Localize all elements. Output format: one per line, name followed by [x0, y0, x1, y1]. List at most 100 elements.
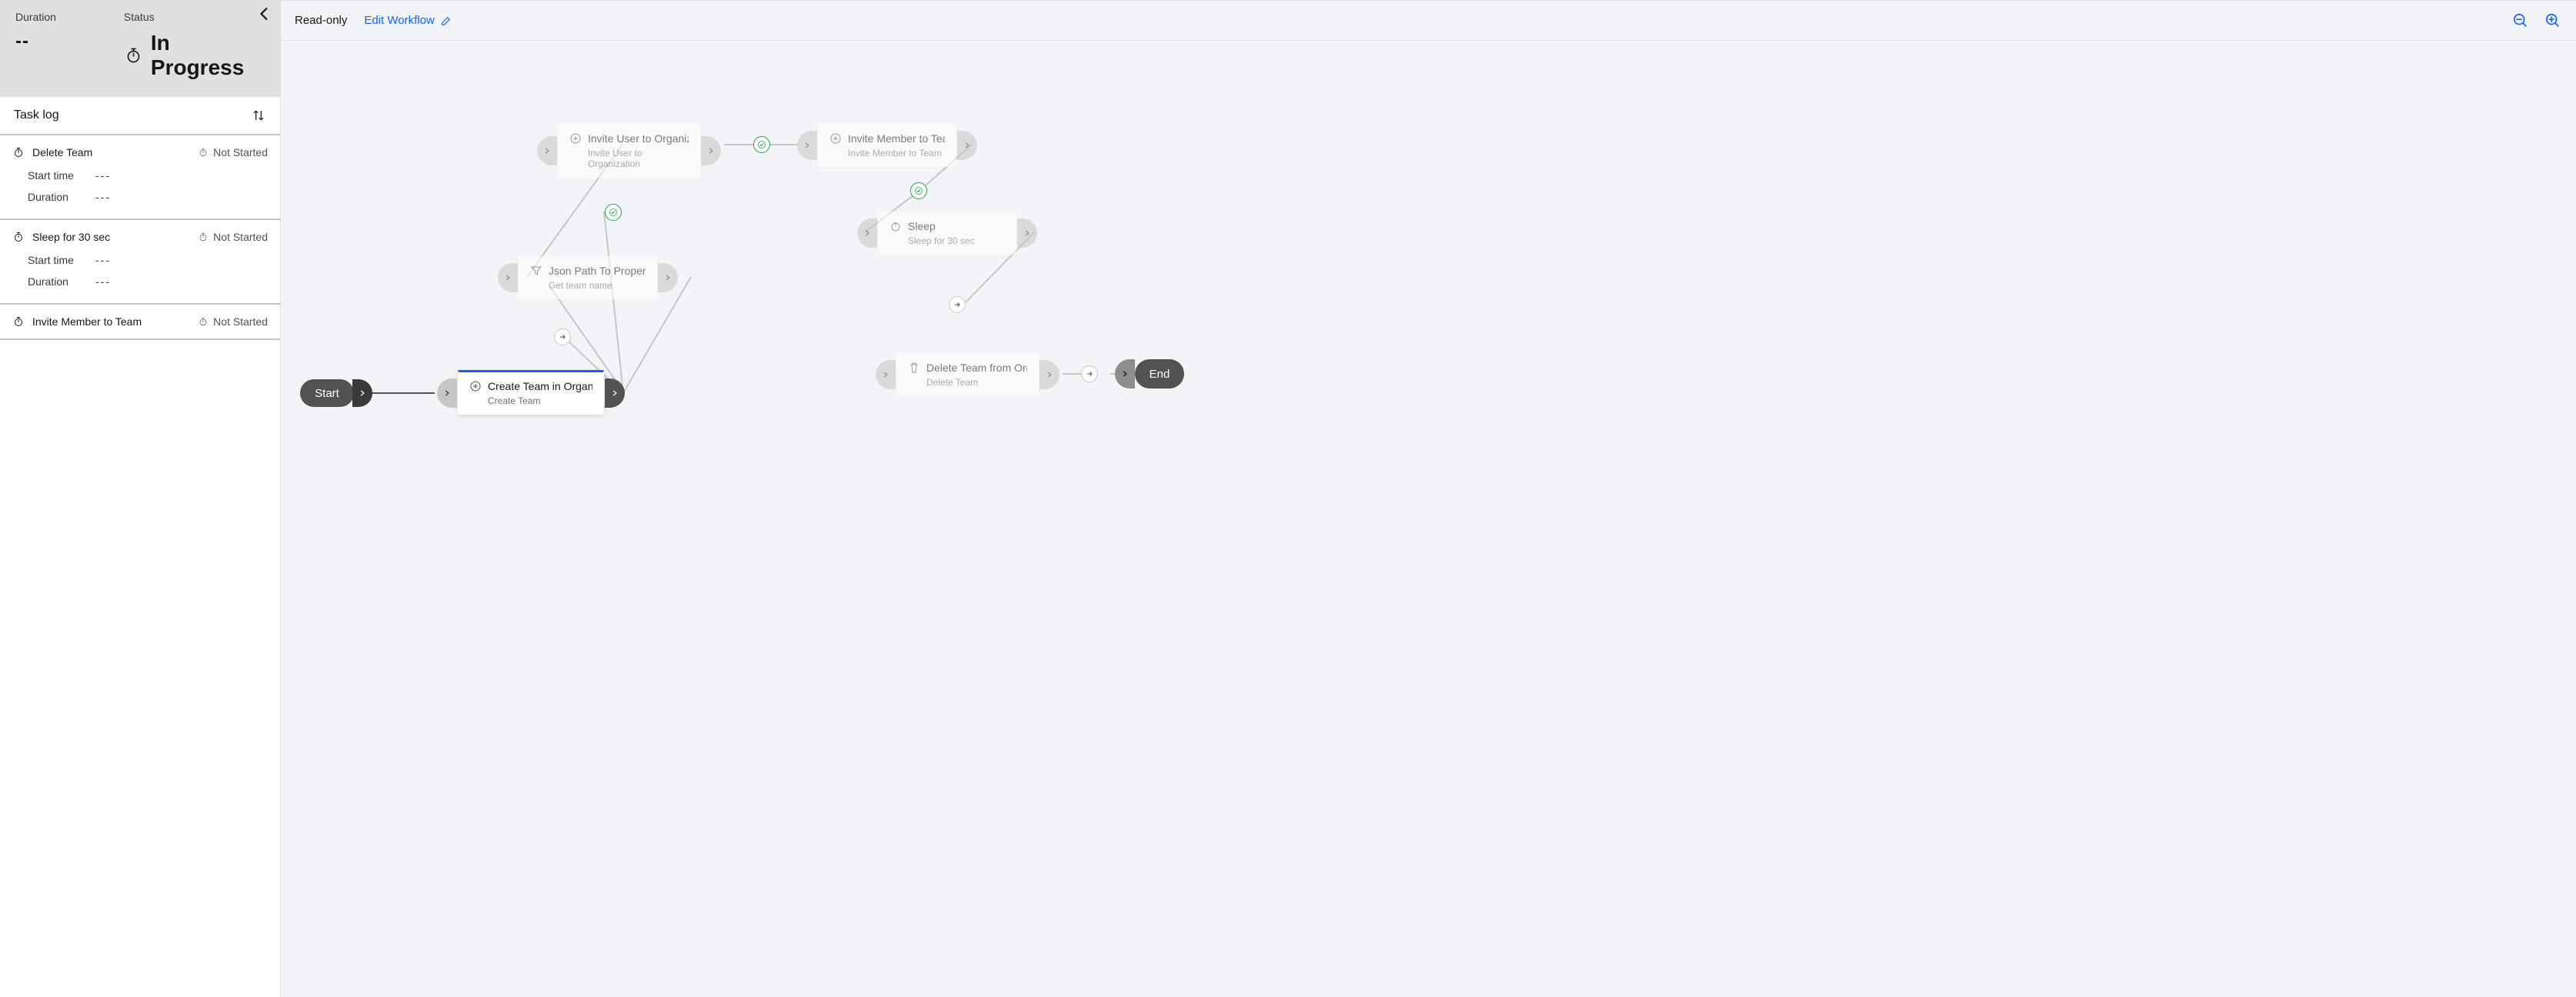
- plus-circle-icon: [469, 380, 482, 392]
- output-port[interactable]: [658, 263, 678, 292]
- readonly-label: Read-only: [295, 14, 347, 27]
- chevron-right-icon: [1023, 229, 1031, 237]
- task-item[interactable]: Sleep for 30 sec Not Started Start time-…: [0, 220, 280, 305]
- trash-icon: [908, 362, 920, 374]
- duration-label: Duration: [28, 191, 82, 203]
- chevron-right-icon: [611, 389, 619, 397]
- node-title: Delete Team from Organ…: [926, 362, 1027, 374]
- start-time-label: Start time: [28, 169, 82, 182]
- check-circle-icon: [914, 186, 923, 195]
- chevron-right-icon: [963, 142, 971, 149]
- node-subtitle: Invite User to Organization: [569, 148, 689, 169]
- stopwatch-icon: [124, 45, 143, 65]
- node-subtitle: Create Team: [469, 395, 592, 406]
- node-create-team[interactable]: Create Team in Organiza… Create Team: [458, 370, 604, 415]
- stopwatch-icon: [198, 316, 209, 327]
- task-item[interactable]: Invite Member to Team Not Started: [0, 305, 280, 340]
- duration-value: --: [15, 31, 56, 52]
- output-port[interactable]: [1039, 360, 1059, 389]
- chevron-right-icon: [882, 371, 889, 378]
- node-title: Sleep: [908, 220, 936, 232]
- success-connector: [910, 182, 927, 199]
- chevron-right-icon: [1046, 371, 1053, 378]
- check-circle-icon: [609, 208, 618, 217]
- node-invite-member[interactable]: Invite Member to Team Invite Member to T…: [818, 124, 956, 167]
- node-title: Invite User to Organizati…: [588, 132, 689, 145]
- tasklog-label: Task log: [14, 108, 59, 122]
- stopwatch-icon: [198, 147, 209, 158]
- node-subtitle: Sleep for 30 sec: [889, 235, 1005, 246]
- input-port[interactable]: [437, 378, 457, 408]
- stopwatch-icon: [12, 146, 25, 158]
- toolbar: Read-only Edit Workflow: [281, 1, 2576, 41]
- start-time-label: Start time: [28, 254, 82, 266]
- zoom-out-button[interactable]: [2511, 12, 2530, 30]
- power-icon: [889, 220, 902, 232]
- node-sleep[interactable]: Sleep Sleep for 30 sec: [878, 212, 1016, 255]
- edit-workflow-link[interactable]: Edit Workflow: [364, 14, 451, 27]
- start-node[interactable]: Start: [300, 379, 354, 407]
- sidebar-header: Duration -- Status In Progress: [0, 0, 280, 97]
- task-status: Not Started: [198, 231, 268, 243]
- chevron-right-icon: [543, 147, 551, 155]
- stopwatch-icon: [12, 231, 25, 243]
- node-json-path[interactable]: Json Path To Property Get team name: [519, 256, 657, 299]
- node-subtitle: Get team name: [530, 280, 646, 291]
- zoom-in-button[interactable]: [2544, 12, 2562, 30]
- start-output-port[interactable]: [352, 379, 372, 407]
- task-title: Delete Team: [32, 146, 92, 158]
- input-port[interactable]: [498, 263, 518, 292]
- chevron-right-icon: [664, 274, 672, 282]
- node-subtitle: Invite Member to Team: [829, 148, 945, 158]
- success-connector: [605, 204, 622, 221]
- node-invite-user[interactable]: Invite User to Organizati… Invite User t…: [558, 124, 700, 178]
- sidebar: Duration -- Status In Progress Task log …: [0, 0, 281, 997]
- input-port[interactable]: [797, 131, 817, 160]
- start-time-value: ---: [95, 254, 111, 266]
- task-status: Not Started: [198, 315, 268, 328]
- output-port[interactable]: [1017, 218, 1037, 248]
- end-node[interactable]: End: [1135, 359, 1184, 388]
- arrow-right-icon: [953, 301, 961, 308]
- sort-button[interactable]: [251, 108, 266, 123]
- output-port[interactable]: [957, 131, 977, 160]
- connector-dot: [1081, 365, 1098, 382]
- zoom-out-icon: [2512, 12, 2529, 29]
- collapse-sidebar-button[interactable]: [255, 5, 274, 23]
- main-area: Read-only Edit Workflow: [281, 0, 2576, 997]
- duration-value: ---: [95, 275, 111, 288]
- input-port[interactable]: [537, 136, 557, 165]
- stopwatch-icon: [198, 232, 209, 242]
- chevron-right-icon: [1121, 370, 1129, 378]
- output-port[interactable]: [605, 378, 625, 408]
- workflow-canvas[interactable]: Start Create Team in Organiza… Create Te…: [281, 41, 2576, 997]
- output-port[interactable]: [701, 136, 721, 165]
- node-title: Invite Member to Team: [848, 132, 945, 145]
- zoom-in-icon: [2544, 12, 2561, 29]
- check-circle-icon: [757, 140, 766, 149]
- duration-label: Duration: [28, 275, 82, 288]
- task-item[interactable]: Delete Team Not Started Start time--- Du…: [0, 135, 280, 220]
- node-delete-team[interactable]: Delete Team from Organ… Delete Team: [896, 353, 1039, 396]
- stopwatch-icon: [12, 315, 25, 328]
- duration-value: ---: [95, 191, 111, 203]
- start-time-value: ---: [95, 169, 111, 182]
- arrow-right-icon: [559, 333, 566, 341]
- chevron-right-icon: [359, 389, 366, 397]
- edit-icon: [441, 15, 452, 26]
- tasklog-header: Task log: [0, 97, 280, 135]
- task-list: Delete Team Not Started Start time --- Du…: [0, 135, 280, 997]
- node-subtitle: Delete Team: [908, 377, 1027, 388]
- input-port[interactable]: [857, 218, 877, 248]
- status-value: In Progress: [124, 31, 265, 80]
- chevron-right-icon: [803, 142, 811, 149]
- plus-circle-icon: [829, 132, 842, 145]
- task-title: Invite Member to Team: [32, 315, 142, 328]
- plus-circle-icon: [569, 132, 582, 145]
- arrow-right-icon: [1086, 370, 1093, 378]
- end-input-port[interactable]: [1115, 359, 1135, 388]
- sort-icon: [251, 108, 266, 123]
- input-port[interactable]: [876, 360, 896, 389]
- node-title: Create Team in Organiza…: [488, 380, 592, 392]
- status-label: Status: [124, 11, 265, 23]
